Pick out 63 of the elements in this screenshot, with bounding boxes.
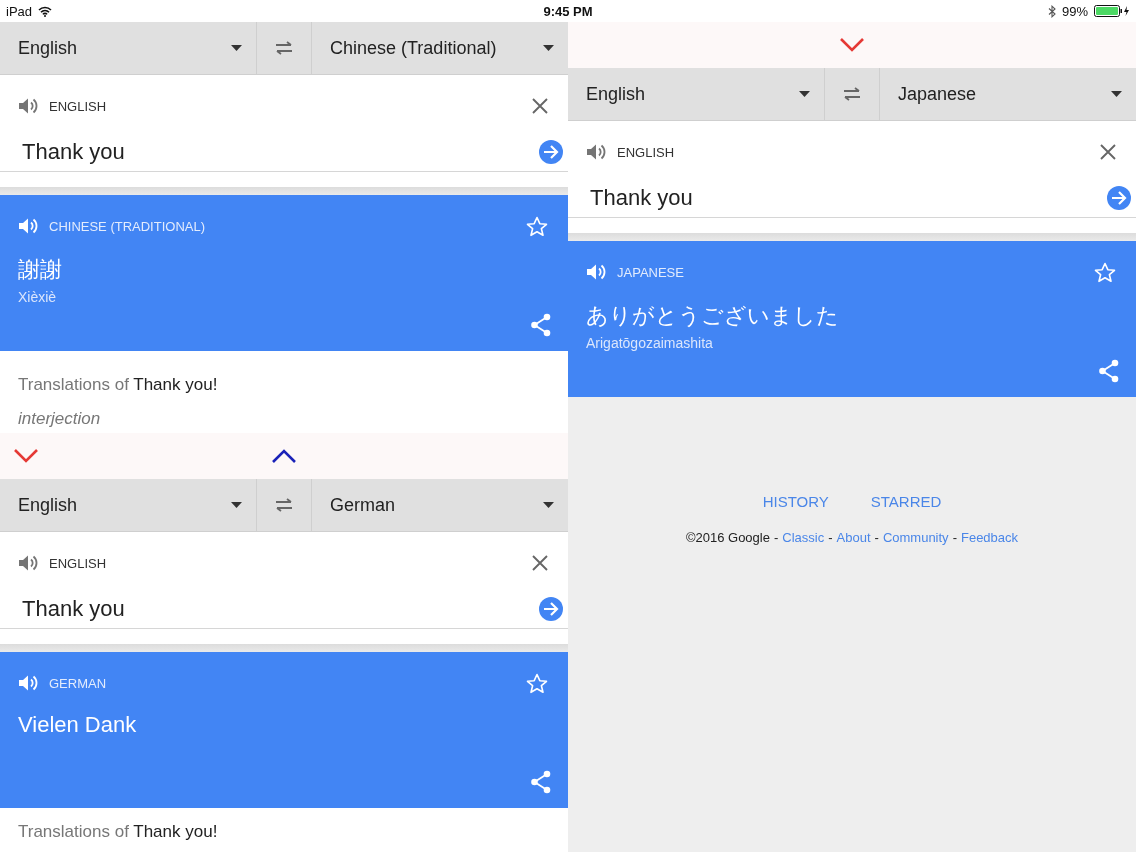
share-icon[interactable]: [1098, 359, 1120, 383]
translations-heading: Translations of Thank you!: [18, 822, 219, 842]
bluetooth-icon: [1047, 4, 1056, 18]
speaker-icon[interactable]: [18, 674, 40, 692]
wifi-icon: [38, 5, 53, 17]
dropdown-caret-icon: [1111, 91, 1122, 97]
swap-languages-button[interactable]: [824, 68, 880, 120]
romanization-text: Arigatōgozaimashita: [585, 334, 714, 351]
share-icon[interactable]: [530, 770, 552, 794]
speaker-icon[interactable]: [586, 143, 608, 161]
speaker-icon[interactable]: [18, 97, 40, 115]
battery-percent: 99%: [1061, 3, 1088, 19]
input-field[interactable]: Thank you: [22, 596, 125, 622]
source-language-label: ENGLISH: [49, 555, 107, 571]
clock: 9:45 PM: [543, 3, 593, 19]
battery-charging-icon: [1094, 5, 1130, 17]
speaker-icon[interactable]: [18, 217, 40, 235]
arrow-right-circle-icon[interactable]: [538, 139, 564, 165]
dropdown-caret-icon: [231, 502, 242, 508]
target-language-label: JAPANESE: [617, 264, 684, 280]
translations-heading: Translations of Thank you!: [18, 375, 219, 395]
chevron-down-icon[interactable]: [14, 449, 38, 463]
translation-text: ありがとうございました: [585, 302, 840, 330]
speaker-icon[interactable]: [586, 263, 608, 281]
close-icon[interactable]: [532, 98, 548, 114]
close-icon[interactable]: [532, 555, 548, 571]
chevron-up-icon[interactable]: [272, 449, 296, 463]
target-language-dropdown[interactable]: Chinese (Traditional): [312, 22, 568, 74]
share-icon[interactable]: [530, 313, 552, 337]
star-icon[interactable]: [526, 672, 548, 694]
target-language-dropdown[interactable]: Japanese: [880, 68, 1136, 120]
dropdown-caret-icon: [231, 45, 242, 51]
swap-languages-button[interactable]: [256, 22, 312, 74]
star-icon[interactable]: [526, 215, 548, 237]
translation-text: Vielen Dank: [17, 711, 138, 738]
input-field[interactable]: Thank you: [22, 139, 125, 165]
dropdown-caret-icon: [799, 91, 810, 97]
source-language-dropdown[interactable]: English: [0, 22, 256, 74]
target-language-label: CHINESE (TRADITIONAL): [49, 218, 205, 234]
source-language-dropdown[interactable]: English: [568, 68, 824, 120]
romanization-text: Xièxiè: [17, 288, 58, 305]
part-of-speech: interjection: [18, 409, 102, 429]
star-icon[interactable]: [1094, 261, 1116, 283]
dropdown-caret-icon: [543, 502, 554, 508]
dropdown-caret-icon: [543, 45, 554, 51]
source-language-label: ENGLISH: [49, 98, 107, 114]
input-field[interactable]: Thank you: [590, 185, 693, 211]
arrow-right-circle-icon[interactable]: [538, 596, 564, 622]
footer-text: ©2016 Google - Classic - About - Community - Feedback: [685, 530, 1019, 545]
source-language-dropdown[interactable]: English: [0, 479, 256, 531]
swap-languages-button[interactable]: [256, 479, 312, 531]
swap-icon: [274, 498, 294, 512]
device-name: iPad: [6, 3, 33, 19]
close-icon[interactable]: [1100, 144, 1116, 160]
target-language-label: GERMAN: [49, 675, 107, 691]
source-language-label: ENGLISH: [617, 144, 675, 160]
speaker-icon[interactable]: [18, 554, 40, 572]
target-language-dropdown[interactable]: German: [312, 479, 568, 531]
chevron-down-icon[interactable]: [840, 38, 864, 52]
arrow-right-circle-icon[interactable]: [1106, 185, 1132, 211]
swap-icon: [274, 41, 294, 55]
translation-text: 謝謝: [17, 256, 63, 284]
swap-icon: [842, 87, 862, 101]
